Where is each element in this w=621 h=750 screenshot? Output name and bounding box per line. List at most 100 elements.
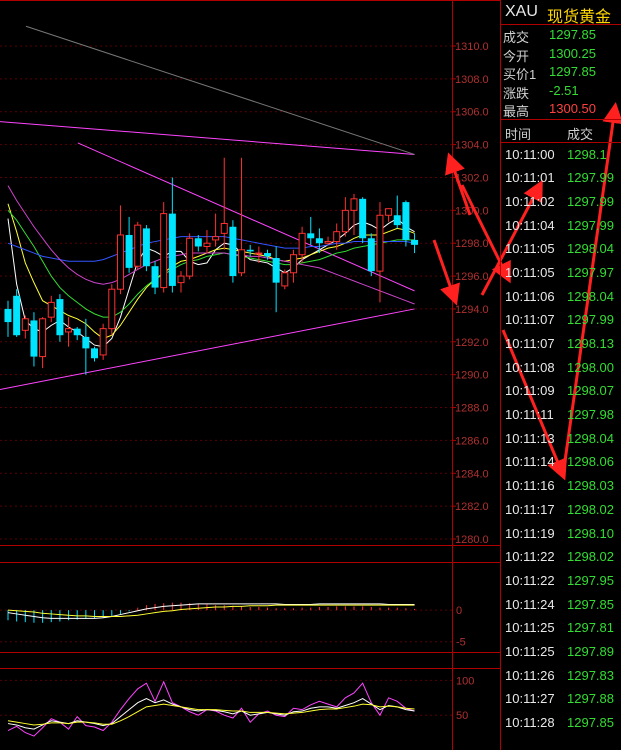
tick-row: 10:11:16 1298.03: [501, 474, 621, 498]
price-tick-label: 1284.0: [455, 468, 489, 480]
tick-price: 1297.83: [567, 667, 614, 683]
tick-price: 1298.10: [567, 525, 614, 541]
tick-time: 10:11:26: [505, 667, 555, 683]
price-tick-label: 1304.0: [455, 140, 489, 152]
candle-body: [65, 328, 73, 333]
tick-price: 1297.89: [567, 643, 614, 659]
candle-body: [359, 198, 367, 239]
tick-time: 10:11:13: [505, 430, 555, 446]
candle-body: [151, 266, 159, 288]
tick-time: 10:11:09: [505, 383, 555, 399]
candle-body: [194, 238, 202, 247]
tick-time: 10:11:06: [505, 288, 555, 304]
tick-row: 10:11:17 1298.02: [501, 498, 621, 522]
tick-row: 10:11:05 1297.97: [501, 261, 621, 285]
price-axis: 1310.0 1308.0 1306.0 1304.0 1302.0 1300.0 1298…: [0, 41, 489, 546]
quote-value: 1300.50: [549, 101, 596, 116]
tick-row: 10:11:07 1298.13: [501, 332, 621, 356]
tick-time: 10:11:28: [505, 715, 555, 730]
candle-body: [281, 272, 289, 287]
price-tick-label: 1306.0: [455, 107, 489, 119]
tick-price: 1298.04: [567, 241, 614, 257]
quote-value: 1300.25: [549, 45, 596, 61]
tick-price: 1298.02: [567, 549, 614, 565]
macd-tick-label: -5: [456, 637, 466, 649]
tick-row: 10:11:24 1297.85: [501, 593, 621, 617]
chart-svg: 1310.0 1308.0 1306.0 1304.0 1302.0 1300.0 1298…: [0, 0, 500, 750]
candle-body: [134, 224, 142, 267]
price-tick-label: 1308.0: [455, 74, 489, 86]
tick-time: 10:11:08: [505, 359, 555, 375]
tick-row: 10:11:13 1298.04: [501, 427, 621, 451]
tick-row: 10:11:11 1297.98: [501, 403, 621, 427]
tick-time: 10:11:17: [505, 501, 555, 517]
candle-body: [246, 249, 254, 252]
chart-area: 1310.0 1308.0 1306.0 1304.0 1302.0 1300.0 1298…: [0, 0, 500, 750]
macd-tick-label: 0: [456, 605, 462, 617]
panel-header: XAU 现货黄金: [501, 0, 621, 26]
candle-body: [21, 318, 29, 331]
candle-body: [56, 299, 64, 336]
tick-time: 10:11:07: [505, 336, 555, 351]
oscillator-axis: 100 50: [0, 675, 474, 722]
tick-price: 1298.04: [567, 288, 614, 304]
tick-time: 10:11:19: [505, 525, 555, 541]
candle-body: [376, 214, 384, 272]
price-tick-label: 1310.0: [455, 41, 489, 53]
candle-body: [125, 234, 133, 268]
tick-price: 1298.00: [567, 359, 614, 375]
tick-row: 10:11:01 1297.99: [501, 166, 621, 190]
macd-plot: [7, 602, 416, 623]
candle-body: [73, 328, 81, 336]
price-tick-label: 1288.0: [455, 403, 489, 415]
candle-body: [168, 213, 176, 286]
candle-body: [264, 253, 271, 257]
quote-row-high: 最高 1300.50: [501, 99, 621, 119]
candle-body: [298, 232, 306, 256]
price-tick-label: 1298.0: [455, 238, 489, 250]
candle-body: [99, 328, 107, 356]
tick-price: 1297.99: [567, 312, 614, 328]
tick-price: 1298.04: [567, 430, 614, 446]
tick-time: 10:11:25: [505, 620, 555, 636]
trendline: [0, 121, 415, 155]
candle-body: [203, 242, 211, 247]
quote-value: 1297.85: [549, 64, 596, 79]
tick-price: 1298.13: [567, 336, 614, 351]
oscillator-tick-label: 100: [456, 675, 474, 687]
ticks-header-time: 时间: [505, 126, 532, 142]
tick-time: 10:11:11: [505, 407, 554, 423]
ticks-header: 时间 成交: [501, 120, 621, 143]
tick-row: 10:11:14 1298.06: [501, 450, 621, 474]
quote-value: 1297.85: [549, 27, 596, 42]
candle-body: [350, 198, 358, 211]
price-tick-label: 1286.0: [455, 435, 489, 447]
candle-body: [116, 234, 124, 290]
candle-body: [220, 222, 228, 234]
oscillator-line: [7, 680, 415, 737]
price-tick-label: 1300.0: [455, 205, 489, 217]
tick-price: 1297.99: [567, 170, 614, 186]
tick-row: 10:11:00 1298.1: [501, 143, 621, 167]
tick-price: 1297.97: [567, 264, 614, 280]
candle-body: [289, 254, 297, 274]
tick-list[interactable]: 10:11:00 1298.1 10:11:01 1297.99 10:11:02 129…: [501, 143, 621, 735]
tick-time: 10:11:04: [505, 217, 555, 233]
quote-row-bid: 买价1 1297.85: [501, 62, 621, 82]
price-tick-label: 1296.0: [455, 271, 489, 283]
candle-body: [255, 252, 263, 255]
tick-time: 10:11:24: [505, 596, 555, 612]
tick-price: 1298.02: [567, 501, 614, 517]
tick-row: 10:11:28 1297.85: [501, 711, 621, 735]
candle-body: [177, 275, 185, 284]
tick-price: 1297.81: [567, 620, 614, 636]
price-tick-label: 1282.0: [455, 501, 489, 513]
tick-price: 1297.99: [567, 217, 614, 233]
tick-price: 1298.06: [567, 454, 614, 470]
candle-body: [385, 208, 393, 216]
candle-body: [212, 236, 220, 241]
candle-body: [229, 226, 237, 277]
instrument-name: 现货黄金: [547, 9, 612, 26]
quote-row-change: 涨跌 -2.51: [501, 81, 621, 101]
tick-time: 10:11:00: [505, 146, 555, 162]
